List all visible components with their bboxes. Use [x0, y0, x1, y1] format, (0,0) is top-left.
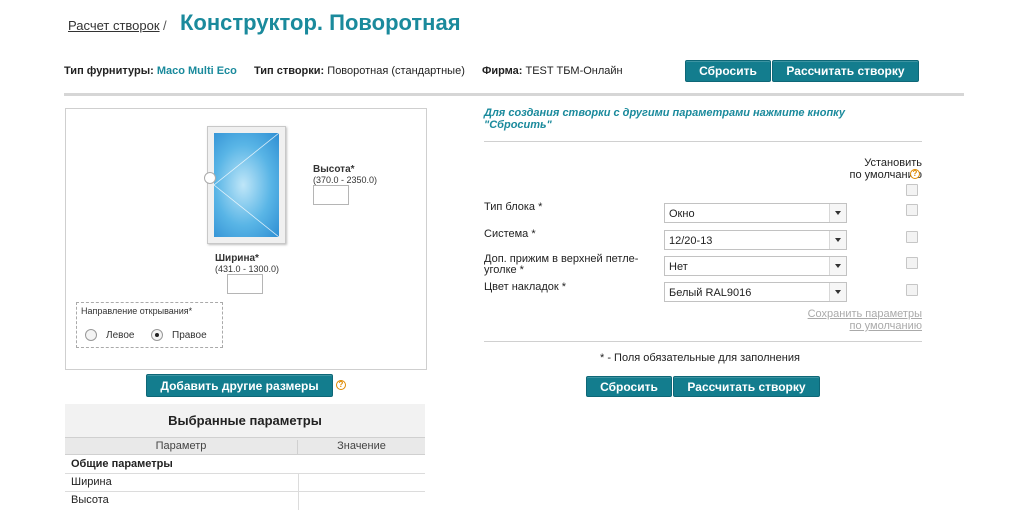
calculate-button-top[interactable]: Рассчитать створку: [772, 60, 919, 82]
height-label-text: Высота*: [313, 164, 355, 175]
header-divider: [64, 93, 964, 96]
company-info: Фирма: TEST ТБМ-Онлайн: [482, 65, 623, 77]
reset-button-bottom[interactable]: Сбросить: [586, 376, 672, 397]
opening-direction-group: Направление открывания* Левое Правое: [76, 302, 223, 348]
width-input[interactable]: [227, 274, 263, 294]
window-glass: [214, 133, 279, 237]
required-note: * - Поля обязательные для заполнения: [600, 352, 800, 364]
add-sizes-button[interactable]: Добавить другие размеры: [146, 374, 333, 397]
height-input[interactable]: [313, 185, 349, 205]
sash-type-info: Тип створки: Поворотная (стандартные): [254, 65, 465, 77]
width-label: Ширина* (431.0 - 1300.0): [215, 253, 280, 275]
default-checkbox-block-type[interactable]: [906, 204, 918, 216]
sash-type-value: Поворотная (стандартные): [327, 65, 465, 77]
window-drawing-panel: Высота* (370.0 - 2350.0) Ширина* (431.0 …: [65, 108, 427, 370]
cover-color-select[interactable]: Белый RAL9016: [664, 282, 847, 302]
question-icon[interactable]: ?: [910, 169, 920, 179]
field-label-system: Система *: [484, 228, 536, 240]
company-label: Фирма:: [481, 65, 523, 77]
form-divider-top: [484, 141, 922, 142]
chevron-down-icon: [829, 257, 846, 275]
form-divider-bottom: [484, 341, 922, 342]
table-row: Ширина: [65, 473, 425, 492]
extra-clamp-select[interactable]: Нет: [664, 256, 847, 276]
chevron-down-icon: [829, 231, 846, 249]
question-icon[interactable]: ?: [336, 380, 346, 390]
default-checkbox-cover-color[interactable]: [906, 284, 918, 296]
block-type-select[interactable]: Окно: [664, 203, 847, 223]
hardware-value: Maco Multi Eco: [156, 65, 237, 77]
set-default-line1: Установить: [864, 157, 922, 169]
extra-clamp-value: Нет: [669, 261, 688, 273]
height-range: (370.0 - 2350.0): [313, 175, 378, 185]
save-defaults-line1: Сохранить параметры: [807, 308, 922, 320]
hardware-label: Тип фурнитуры:: [64, 65, 154, 77]
field-label-extra-clamp-line2: уголке *: [484, 264, 524, 276]
default-checkbox-system[interactable]: [906, 231, 918, 243]
page: Расчет створок / Конструктор. Поворотная…: [0, 0, 1024, 512]
row-label-height: Высота: [71, 494, 109, 506]
opening-direction-title: Направление открывания*: [81, 306, 193, 316]
height-label: Высота* (370.0 - 2350.0): [313, 164, 378, 186]
table-row: Высота: [65, 491, 425, 510]
handle-icon: [204, 172, 216, 184]
reset-hint: Для создания створки с другими параметра…: [484, 107, 845, 131]
chevron-down-icon: [829, 283, 846, 301]
breadcrumb-link[interactable]: Расчет створок: [68, 18, 160, 33]
default-all-checkbox[interactable]: [906, 184, 918, 196]
width-label-text: Ширина*: [215, 253, 259, 264]
params-group-title: Общие параметры: [71, 458, 173, 470]
row-separator: [298, 474, 299, 492]
row-label-width: Ширина: [71, 476, 112, 488]
save-defaults-line2: по умолчанию: [849, 320, 922, 332]
column-value: Значение: [337, 440, 386, 452]
cover-color-value: Белый RAL9016: [669, 287, 752, 299]
system-select[interactable]: 12/20-13: [664, 230, 847, 250]
radio-right[interactable]: [151, 329, 163, 341]
opening-direction-lines: [214, 133, 279, 237]
window-frame: [204, 126, 286, 244]
page-title: Конструктор. Поворотная: [180, 10, 461, 35]
row-separator: [298, 492, 299, 510]
selected-params-panel: Выбранные параметры Параметр Значение Об…: [65, 404, 425, 512]
field-label-cover-color: Цвет накладок *: [484, 281, 567, 293]
sash-type-label: Тип створки:: [253, 65, 325, 77]
radio-right-label: Правое: [172, 330, 207, 341]
default-checkbox-extra-clamp[interactable]: [906, 257, 918, 269]
field-label-block-type: Тип блока *: [484, 201, 543, 213]
breadcrumb-separator: /: [163, 18, 167, 33]
width-range: (431.0 - 1300.0): [215, 264, 280, 274]
block-type-value: Окно: [669, 208, 695, 220]
hardware-info: Тип фурнитуры: Maco Multi Eco: [64, 65, 237, 77]
radio-left[interactable]: [85, 329, 97, 341]
selected-params-title: Выбранные параметры: [65, 404, 425, 437]
set-default-line2: по умолчанию: [800, 169, 922, 181]
system-value: 12/20-13: [669, 235, 713, 247]
column-param: Параметр: [65, 440, 298, 454]
field-label-extra-clamp: Доп. прижим в верхней петле- уголке *: [484, 254, 638, 276]
save-defaults-link[interactable]: Сохранить параметры по умолчанию: [800, 308, 922, 332]
calculate-button-bottom[interactable]: Рассчитать створку: [673, 376, 820, 397]
selected-params-header: Параметр Значение: [65, 437, 425, 455]
info-row: Тип фурнитуры: Maco Multi Eco Тип створк…: [64, 65, 637, 77]
reset-button-top[interactable]: Сбросить: [685, 60, 771, 82]
set-default-header: Установить по умолчанию: [800, 157, 922, 181]
radio-left-label: Левое: [106, 330, 135, 341]
company-value: TEST ТБМ-Онлайн: [525, 65, 623, 77]
chevron-down-icon: [829, 204, 846, 222]
